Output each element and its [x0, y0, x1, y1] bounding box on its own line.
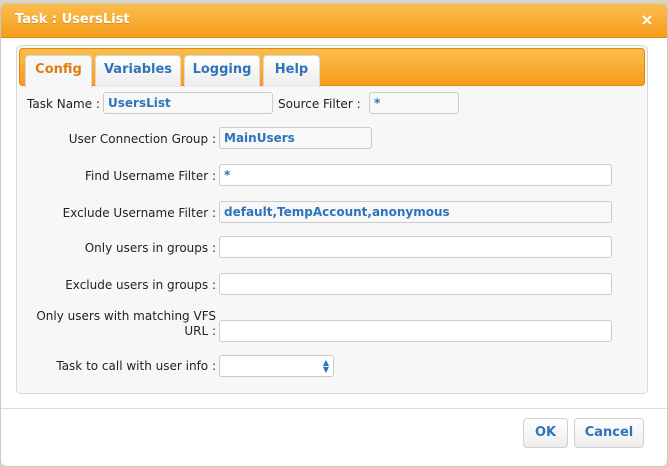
- close-icon[interactable]: ×: [639, 11, 655, 29]
- only-users-vfs-label-line2: URL :: [184, 324, 216, 338]
- only-users-in-groups-label: Only users in groups :: [84, 241, 216, 255]
- user-connection-group-label: User Connection Group :: [68, 132, 216, 146]
- dialog-title: Task : UsersList: [15, 12, 130, 27]
- dialog-content: Config Variables Logging Help Task Name …: [16, 45, 648, 394]
- exclude-username-filter-input[interactable]: [219, 201, 612, 223]
- find-username-filter-label: Find Username Filter :: [85, 169, 216, 183]
- only-users-vfs-label-line1: Only users with matching VFS: [36, 309, 216, 323]
- updown-arrows-icon: ▲ ▼: [322, 358, 329, 374]
- task-to-call-select[interactable]: ▲ ▼: [219, 355, 334, 377]
- exclude-username-filter-label: Exclude Username Filter :: [62, 206, 216, 220]
- exclude-users-in-groups-input[interactable]: [219, 273, 612, 295]
- task-name-label: Task Name :: [27, 97, 100, 111]
- task-name-input[interactable]: [103, 92, 273, 114]
- find-username-filter-input[interactable]: [219, 164, 612, 186]
- dialog-titlebar[interactable]: Task : UsersList ×: [1, 4, 667, 38]
- only-users-vfs-url-input[interactable]: [219, 320, 612, 342]
- exclude-users-in-groups-label: Exclude users in groups :: [65, 278, 216, 292]
- only-users-in-groups-input[interactable]: [219, 236, 612, 258]
- source-filter-input[interactable]: [369, 92, 459, 114]
- task-to-call-label: Task to call with user info :: [56, 359, 216, 373]
- footer-divider: [1, 408, 667, 409]
- tab-logging[interactable]: Logging: [184, 55, 260, 87]
- tab-bar: Config Variables Logging Help: [19, 48, 645, 88]
- cancel-button[interactable]: Cancel: [574, 418, 644, 448]
- user-connection-group-input[interactable]: [219, 127, 372, 149]
- source-filter-label: Source Filter :: [278, 97, 361, 111]
- ok-button[interactable]: OK: [523, 418, 568, 448]
- task-dialog: Task : UsersList × Config Variables Logg…: [0, 3, 668, 467]
- tab-variables[interactable]: Variables: [95, 55, 181, 87]
- tab-help[interactable]: Help: [263, 55, 320, 87]
- tab-config[interactable]: Config: [25, 55, 92, 88]
